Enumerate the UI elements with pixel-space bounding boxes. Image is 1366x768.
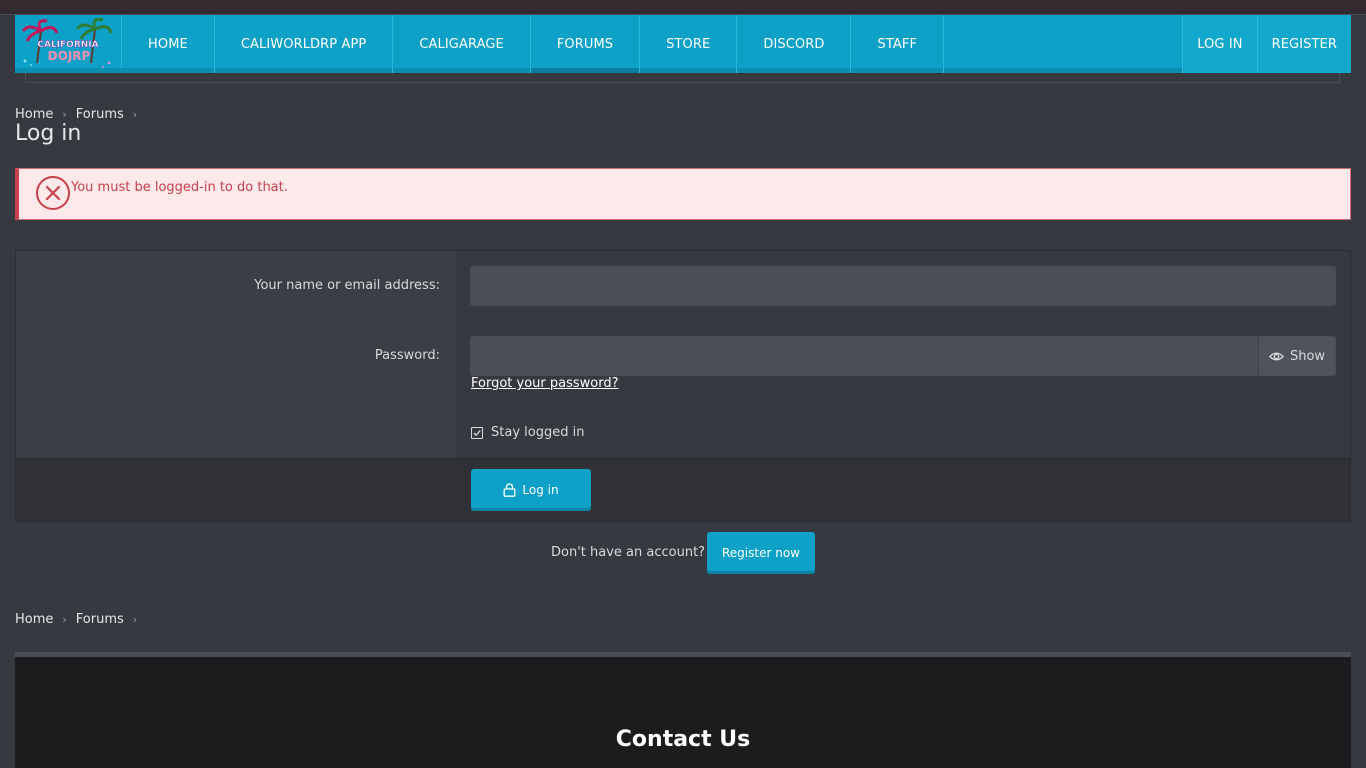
nav-caligarage[interactable]: CALIGARAGE (393, 15, 531, 73)
breadcrumb-home[interactable]: Home (15, 612, 53, 627)
page-title: Log in (15, 121, 82, 146)
logo-graphic: CALIFORNIA DOJRP (17, 17, 119, 71)
name-label: Your name or email address: (254, 278, 440, 293)
footer-contact-title: Contact Us (615, 727, 751, 752)
show-password-label: Show (1289, 348, 1326, 364)
chevron-right-icon: › (62, 613, 67, 626)
name-email-input[interactable] (470, 266, 1336, 306)
form-footer: Log in (16, 458, 1350, 521)
show-password-button[interactable]: Show (1258, 336, 1336, 376)
breadcrumb-bottom: Home › Forums › (15, 612, 146, 627)
nav-discord[interactable]: DISCORD (737, 15, 852, 73)
nav-store[interactable]: STORE (640, 15, 738, 73)
error-message-text: You must be logged-in to do that. (71, 180, 288, 195)
eye-icon (1268, 352, 1284, 360)
nav-subbar (25, 73, 1340, 83)
register-now-button[interactable]: Register now (707, 532, 815, 574)
nav-caliworldrp-app[interactable]: CALIWORLDRP APP (215, 15, 394, 73)
login-button-label: Log in (522, 483, 559, 497)
checkbox-icon (473, 429, 481, 436)
login-button[interactable]: Log in (471, 469, 591, 511)
breadcrumb-forums[interactable]: Forums (76, 612, 124, 627)
password-input[interactable] (470, 336, 1258, 376)
page-footer: Contact Us (15, 652, 1351, 768)
register-now-label: Register now (722, 546, 800, 560)
password-label: Password: (374, 348, 440, 363)
chevron-right-icon: › (132, 108, 138, 121)
nav-staff[interactable]: STAFF (851, 15, 945, 73)
stay-logged-in-row: Stay logged in (471, 425, 584, 440)
error-message-box: You must be logged-in to do that. (15, 168, 1351, 220)
lock-icon (503, 483, 516, 497)
breadcrumb-home[interactable]: Home (15, 107, 53, 122)
logo-text-dojrp: DOJRP (48, 49, 91, 63)
stay-logged-in-label: Stay logged in (491, 425, 585, 440)
breadcrumb-forums[interactable]: Forums (76, 107, 124, 122)
nav-forums[interactable]: FORUMS (530, 15, 641, 73)
nav-login[interactable]: LOG IN (1182, 15, 1256, 73)
chevron-right-icon: › (62, 108, 67, 121)
site-logo[interactable]: CALIFORNIA DOJRP (15, 15, 122, 73)
nav-account: LOG IN REGISTER (1182, 15, 1351, 73)
chevron-right-icon: › (132, 613, 138, 626)
close-circle-icon (36, 176, 70, 210)
register-prompt: Don't have an account? (551, 545, 706, 560)
forgot-password-link[interactable]: Forgot your password? (471, 376, 619, 391)
nav-home[interactable]: HOME (122, 15, 215, 73)
stay-logged-in-checkbox[interactable] (471, 426, 483, 439)
nav-register[interactable]: REGISTER (1256, 15, 1351, 73)
main-navbar: CALIFORNIA DOJRP HOME CALIWORLDRP APP CA… (15, 15, 1351, 73)
breadcrumb-top: Home › Forums › (15, 107, 146, 122)
register-row: Don't have an account? Register now (0, 532, 1366, 574)
login-form: Your name or email address: Password: Sh… (15, 250, 1351, 522)
